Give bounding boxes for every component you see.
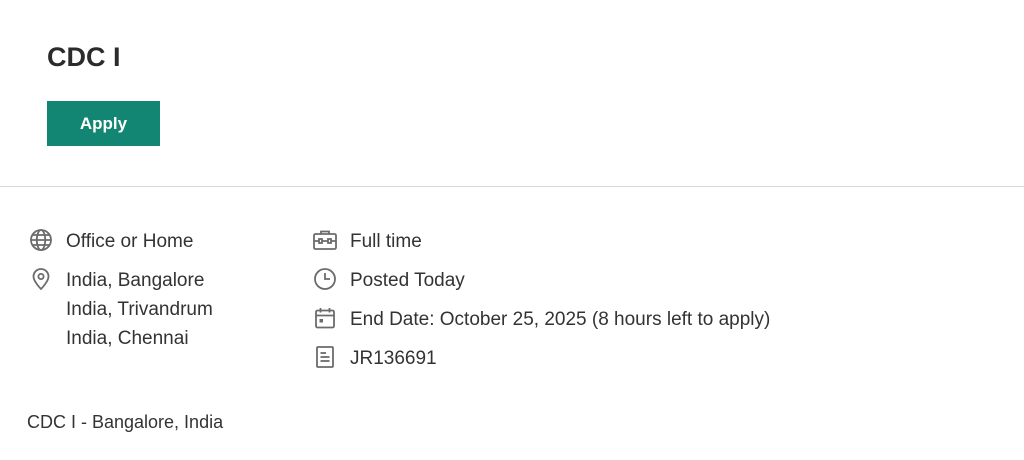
apply-button[interactable]: Apply <box>47 101 160 146</box>
locations-row: India, Bangalore India, Trivandrum India… <box>28 266 213 353</box>
location-item: India, Trivandrum <box>66 299 213 320</box>
location-pin-icon <box>28 266 54 292</box>
location-list: India, Bangalore India, Trivandrum India… <box>66 266 213 353</box>
requisition-id-text: JR136691 <box>350 348 437 369</box>
briefcase-icon <box>312 227 338 253</box>
document-icon <box>312 344 338 370</box>
posted-row: Posted Today <box>312 266 465 295</box>
job-title: CDC I <box>47 42 121 72</box>
requisition-row: JR136691 <box>312 344 437 373</box>
work-mode-row: Office or Home <box>28 227 193 256</box>
time-type-row: Full time <box>312 227 422 256</box>
location-item: India, Chennai <box>66 328 189 349</box>
calendar-icon <box>312 305 338 331</box>
globe-icon <box>28 227 54 253</box>
time-type-text: Full time <box>350 231 422 252</box>
location-item: India, Bangalore <box>66 270 205 291</box>
posted-text: Posted Today <box>350 270 465 291</box>
work-mode-text: Office or Home <box>66 231 194 252</box>
end-date-row: End Date: October 25, 2025 (8 hours left… <box>312 305 770 334</box>
section-divider <box>0 186 1024 187</box>
clock-icon <box>312 266 338 292</box>
job-description-start: CDC I - Bangalore, India <box>27 412 224 432</box>
end-date-text: End Date: October 25, 2025 (8 hours left… <box>350 309 771 330</box>
